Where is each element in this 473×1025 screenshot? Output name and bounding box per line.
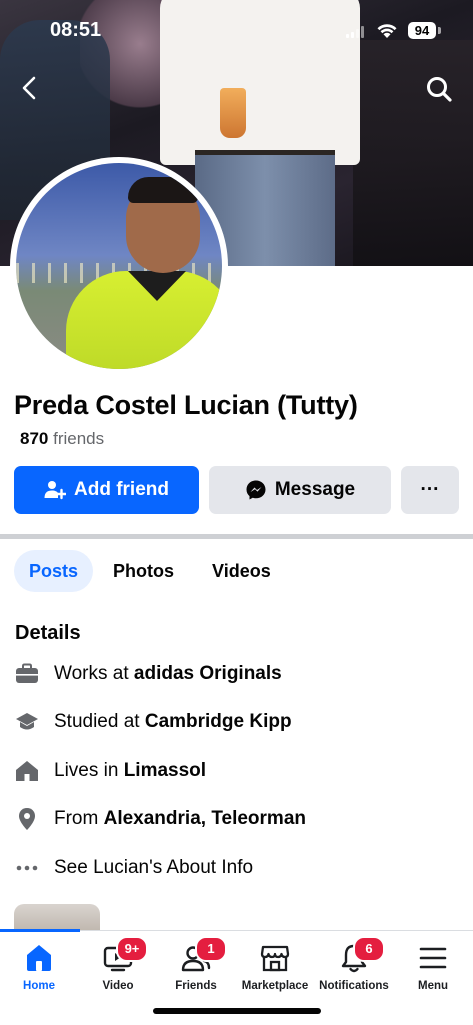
detail-education-value: Cambridge Kipp xyxy=(144,711,292,732)
details-heading: Details xyxy=(15,622,81,644)
wifi-icon xyxy=(377,24,397,38)
profile-tabs: Posts Photos Videos xyxy=(14,550,291,592)
profile-name: Preda Costel Lucian (Tutty) xyxy=(14,390,358,420)
search-button[interactable] xyxy=(424,74,454,104)
detail-lives-in-prefix: Lives in xyxy=(54,760,124,781)
friends-count-number: 870 xyxy=(20,429,49,448)
menu-icon xyxy=(419,947,447,969)
ellipsis-icon xyxy=(15,856,39,880)
cellular-signal-icon xyxy=(346,26,366,38)
friends-label: friends xyxy=(53,429,105,448)
message-label: Message xyxy=(274,479,356,500)
briefcase-icon xyxy=(15,662,39,686)
detail-lives-in-value: Limassol xyxy=(123,760,207,781)
nav-menu[interactable]: Menu xyxy=(386,931,473,997)
add-friend-label: Add friend xyxy=(74,479,169,500)
ellipsis-icon: ··· xyxy=(420,479,440,500)
see-about-info-label: See Lucian's About Info xyxy=(54,857,254,878)
tab-posts[interactable]: Posts xyxy=(14,550,94,592)
back-button[interactable] xyxy=(16,74,44,102)
message-button[interactable]: Message xyxy=(209,466,391,514)
home-icon xyxy=(27,945,51,971)
detail-work-value: adidas Originals xyxy=(133,663,282,684)
tab-photos[interactable]: Photos xyxy=(95,550,192,592)
home-icon xyxy=(15,759,39,783)
graduation-cap-icon xyxy=(15,710,39,734)
tab-videos[interactable]: Videos xyxy=(194,550,289,592)
detail-education-prefix: Studied at xyxy=(54,711,145,732)
notifications-badge: 6 xyxy=(353,936,385,962)
location-pin-icon xyxy=(15,807,39,831)
detail-work[interactable]: Works at adidas Originals xyxy=(15,659,282,689)
add-friend-button[interactable]: Add friend xyxy=(14,466,199,514)
see-about-info-link[interactable]: See Lucian's About Info xyxy=(15,853,253,883)
home-indicator xyxy=(153,1008,321,1014)
friends-badge: 1 xyxy=(195,936,227,962)
detail-lives-in[interactable]: Lives in Limassol xyxy=(15,756,206,786)
detail-education[interactable]: Studied at Cambridge Kipp xyxy=(15,707,292,737)
detail-from[interactable]: From Alexandria, Teleorman xyxy=(15,804,306,834)
detail-from-value: Alexandria, Teleorman xyxy=(103,808,306,829)
video-badge: 9+ xyxy=(116,936,148,962)
status-bar: 08:51 94 xyxy=(0,0,473,60)
more-options-button[interactable]: ··· xyxy=(401,466,459,514)
section-divider xyxy=(0,534,473,539)
messenger-icon xyxy=(246,480,266,500)
marketplace-icon xyxy=(260,945,290,972)
detail-from-prefix: From xyxy=(54,808,104,829)
profile-avatar[interactable] xyxy=(16,163,222,369)
battery-level: 94 xyxy=(408,22,436,39)
friends-count[interactable]: 870 friends xyxy=(20,429,104,449)
detail-work-prefix: Works at xyxy=(54,663,134,684)
status-time: 08:51 xyxy=(50,19,102,41)
add-person-icon xyxy=(44,481,66,500)
nav-menu-label: Menu xyxy=(417,980,449,992)
